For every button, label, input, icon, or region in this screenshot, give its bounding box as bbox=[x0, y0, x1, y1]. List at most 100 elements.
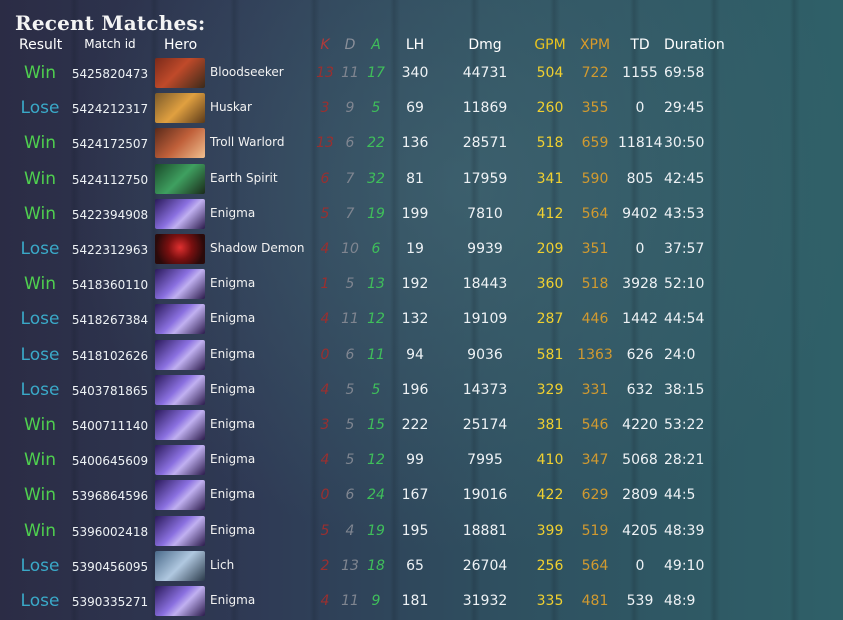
duration-value: 28:21 bbox=[664, 452, 705, 469]
deaths-value: 10 bbox=[341, 241, 359, 257]
header-damage: Dmg bbox=[468, 37, 502, 53]
xpm-value: 722 bbox=[581, 65, 609, 81]
hero-name: Lich bbox=[210, 557, 235, 572]
header-kills: K bbox=[320, 37, 330, 53]
xpm-value: 564 bbox=[581, 557, 609, 574]
hero-name: Enigma bbox=[210, 205, 256, 220]
match-id-link[interactable]: 5424112750 bbox=[66, 173, 154, 187]
header-hero: Hero bbox=[164, 37, 198, 53]
duration-value: 44:54 bbox=[664, 311, 705, 328]
duration-value: 69:58 bbox=[664, 65, 705, 81]
table-row[interactable]: Lose 5390335271 Enigma 4 11 9 181 31932 335 481 53… bbox=[0, 585, 843, 619]
deaths-value: 11 bbox=[341, 593, 359, 609]
last-hits-value: 192 bbox=[401, 276, 429, 293]
table-row[interactable]: Lose 5418267384 Enigma 4 11 12 132 19109 287 446 1… bbox=[0, 303, 843, 337]
match-id-link[interactable]: 5390335271 bbox=[66, 595, 154, 609]
xpm-value: 446 bbox=[581, 311, 609, 328]
match-id-link[interactable]: 5418267384 bbox=[66, 313, 154, 327]
match-id-link[interactable]: 5396864596 bbox=[66, 489, 154, 503]
table-row[interactable]: Win 5422394908 Enigma 5 7 19 199 7810 412 564 9402… bbox=[0, 198, 843, 232]
assists-value: 22 bbox=[367, 135, 385, 152]
table-row[interactable]: Lose 5403781865 Enigma 4 5 5 196 14373 329 331 632… bbox=[0, 374, 843, 408]
hero-portrait bbox=[155, 550, 205, 581]
table-row[interactable]: Win 5396002418 Enigma 5 4 19 195 18881 399 519 420… bbox=[0, 515, 843, 549]
duration-value: 52:10 bbox=[664, 276, 705, 293]
last-hits-value: 340 bbox=[401, 65, 429, 81]
last-hits-value: 65 bbox=[406, 557, 424, 574]
kills-value: 3 bbox=[320, 417, 330, 433]
table-row[interactable]: Win 5396864596 Enigma 0 6 24 167 19016 422 629 280… bbox=[0, 479, 843, 513]
match-id-link[interactable]: 5418360110 bbox=[66, 278, 154, 292]
hero-name: Troll Warlord bbox=[210, 135, 285, 150]
damage-value: 44731 bbox=[462, 65, 508, 81]
damage-value: 14373 bbox=[462, 381, 508, 398]
table-row[interactable]: Win 5424112750 Earth Spirit 6 7 32 81 17959 341 5… bbox=[0, 163, 843, 197]
gpm-value: 209 bbox=[536, 241, 564, 257]
table-row[interactable]: Win 5400711140 Enigma 3 5 15 222 25174 381 546 422… bbox=[0, 409, 843, 443]
match-id-link[interactable]: 5422312963 bbox=[66, 243, 154, 257]
gpm-value: 360 bbox=[536, 276, 564, 293]
last-hits-value: 81 bbox=[406, 170, 424, 187]
table-row[interactable]: Win 5425820473 Bloodseeker 13 11 17 340 44731 50… bbox=[0, 57, 843, 91]
hero-name: Huskar bbox=[210, 100, 252, 115]
xpm-value: 546 bbox=[581, 417, 609, 433]
deaths-value: 11 bbox=[341, 311, 359, 328]
kills-value: 3 bbox=[320, 100, 330, 117]
gpm-value: 260 bbox=[536, 100, 564, 117]
table-row[interactable]: Win 5424172507 Troll Warlord 13 6 22 136 28571 5… bbox=[0, 127, 843, 161]
tower-damage-value: 632 bbox=[626, 381, 654, 398]
damage-value: 18443 bbox=[462, 276, 508, 293]
result-label: Win bbox=[24, 63, 56, 83]
assists-value: 24 bbox=[367, 487, 385, 504]
xpm-value: 519 bbox=[581, 522, 609, 539]
xpm-value: 518 bbox=[581, 276, 609, 293]
assists-value: 12 bbox=[367, 311, 385, 328]
table-row[interactable]: Win 5418360110 Enigma 1 5 13 192 18443 360 518 392… bbox=[0, 268, 843, 302]
match-id-link[interactable]: 5396002418 bbox=[66, 525, 154, 539]
result-label: Win bbox=[24, 415, 56, 435]
gpm-value: 422 bbox=[536, 487, 564, 504]
match-id-link[interactable]: 5400645609 bbox=[66, 454, 154, 468]
match-id-link[interactable]: 5418102626 bbox=[66, 349, 154, 363]
tower-damage-value: 2809 bbox=[622, 487, 658, 504]
match-id-link[interactable]: 5425820473 bbox=[66, 67, 154, 81]
assists-value: 19 bbox=[367, 205, 385, 222]
kills-value: 4 bbox=[320, 381, 330, 398]
hero-portrait bbox=[155, 163, 205, 194]
table-row[interactable]: Lose 5390456095 Lich 2 13 18 65 26704 256 564 0 49:… bbox=[0, 550, 843, 584]
match-id-link[interactable]: 5390456095 bbox=[66, 560, 154, 574]
duration-value: 53:22 bbox=[664, 417, 705, 433]
assists-value: 32 bbox=[367, 170, 385, 187]
table-row[interactable]: Lose 5424212317 Huskar 3 9 5 69 11869 260 355 0 29:… bbox=[0, 92, 843, 126]
deaths-value: 11 bbox=[341, 65, 359, 81]
gpm-value: 287 bbox=[536, 311, 564, 328]
assists-value: 13 bbox=[367, 276, 385, 293]
table-row[interactable]: Lose 5422312963 Shadow Demon 4 10 6 19 9939 209 3… bbox=[0, 233, 843, 267]
hero-name: Enigma bbox=[210, 417, 256, 431]
match-id-link[interactable]: 5403781865 bbox=[66, 384, 154, 398]
hero-name: Enigma bbox=[210, 276, 256, 291]
tower-damage-value: 5068 bbox=[622, 452, 658, 469]
duration-value: 38:15 bbox=[664, 381, 705, 398]
duration-value: 48:39 bbox=[664, 522, 705, 539]
table-row[interactable]: Win 5400645609 Enigma 4 5 12 99 7995 410 347 5068 2… bbox=[0, 444, 843, 478]
table-row[interactable]: Lose 5418102626 Enigma 0 6 11 94 9036 581 1363 626… bbox=[0, 339, 843, 373]
hero-name: Enigma bbox=[210, 346, 256, 361]
kills-value: 0 bbox=[320, 346, 330, 363]
header-xpm: XPM bbox=[579, 37, 611, 53]
xpm-value: 659 bbox=[581, 135, 609, 152]
kills-value: 4 bbox=[320, 311, 330, 328]
hero-portrait bbox=[155, 445, 205, 476]
last-hits-value: 99 bbox=[406, 452, 424, 469]
tower-damage-value: 1442 bbox=[622, 311, 658, 328]
damage-value: 19109 bbox=[462, 311, 508, 328]
match-id-link[interactable]: 5422394908 bbox=[66, 208, 154, 222]
last-hits-value: 69 bbox=[406, 100, 424, 117]
match-id-link[interactable]: 5424212317 bbox=[66, 102, 154, 116]
xpm-value: 590 bbox=[581, 170, 609, 187]
gpm-value: 256 bbox=[536, 557, 564, 574]
match-id-link[interactable]: 5424172507 bbox=[66, 137, 154, 151]
match-id-link[interactable]: 5400711140 bbox=[66, 419, 154, 433]
duration-value: 24:0 bbox=[664, 346, 696, 363]
last-hits-value: 94 bbox=[406, 346, 424, 363]
